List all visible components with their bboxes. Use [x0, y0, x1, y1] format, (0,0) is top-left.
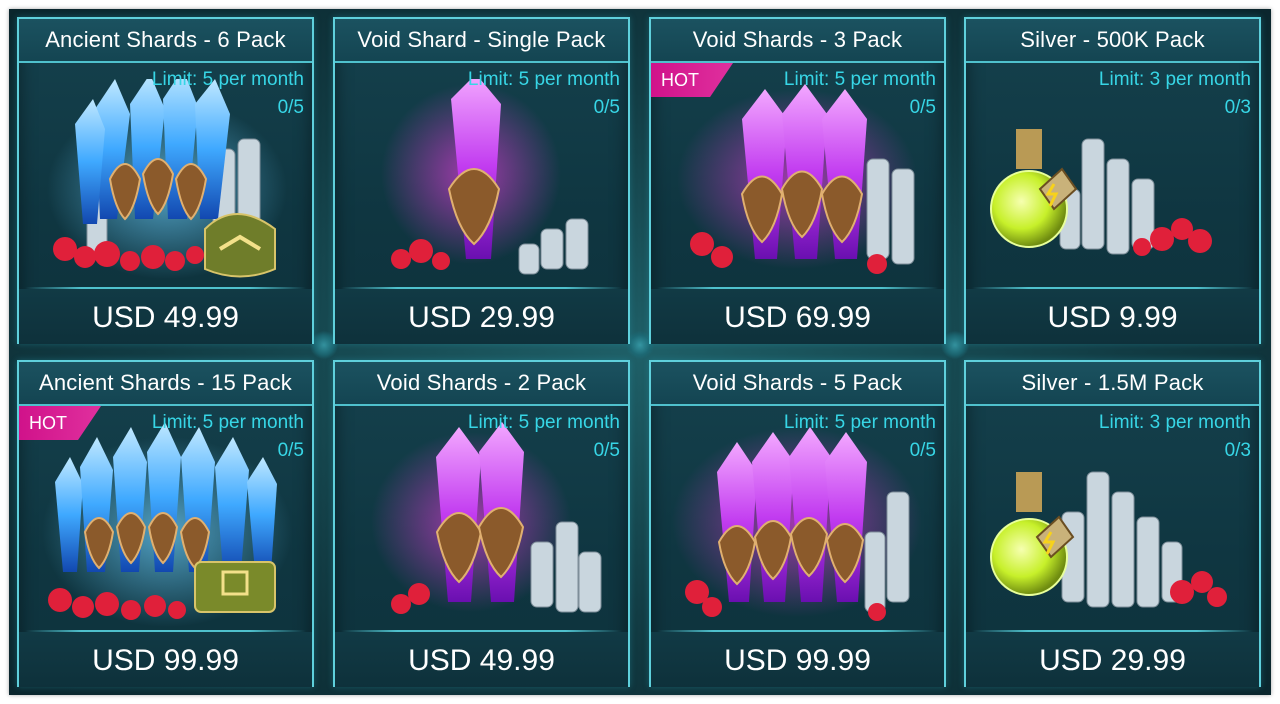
offer-count: 0/5 — [277, 440, 304, 461]
offer-grid: Ancient Shards - 6 Pack Limit: 5 per mon… — [9, 9, 1271, 695]
ancient-shards-icon — [47, 79, 287, 279]
price-button[interactable]: USD 99.99 — [19, 632, 312, 687]
price-button[interactable]: USD 99.99 — [651, 632, 944, 687]
offer-limit: Limit: 3 per month — [1098, 69, 1251, 90]
void-shard-icon — [381, 79, 589, 275]
ancient-shards-icon — [42, 422, 292, 627]
price-button[interactable]: USD 29.99 — [335, 289, 628, 344]
offer-limit: Limit: 5 per month — [151, 69, 304, 90]
offer-card-void-shards-3[interactable]: Void Shards - 3 Pack HOT Limit: 5 per mo… — [649, 17, 946, 344]
offer-title: Void Shards - 3 Pack — [651, 19, 944, 63]
price-button[interactable]: USD 49.99 — [19, 289, 312, 344]
offer-card-ancient-shards-15[interactable]: Ancient Shards - 15 Pack HOT Limit: 5 pe… — [17, 360, 314, 687]
offer-limit: Limit: 3 per month — [1098, 412, 1251, 433]
offer-title: Void Shards - 5 Pack — [651, 362, 944, 406]
offer-title: Void Shards - 2 Pack — [335, 362, 628, 406]
silver-potion-icon — [990, 471, 1227, 608]
silver-potion-icon — [990, 129, 1212, 256]
offer-limit: Limit: 5 per month — [783, 69, 936, 90]
offer-title: Ancient Shards - 6 Pack — [19, 19, 312, 63]
offer-limit: Limit: 5 per month — [151, 412, 304, 433]
offer-limit: Limit: 5 per month — [467, 412, 620, 433]
store-frame: Ancient Shards - 6 Pack Limit: 5 per mon… — [9, 9, 1271, 695]
offer-card-silver-1-5m[interactable]: Silver - 1.5M Pack Limit: 3 per month 0/… — [964, 360, 1261, 687]
offer-count: 0/5 — [593, 97, 620, 118]
price-button[interactable]: USD 29.99 — [966, 632, 1259, 687]
price-button[interactable]: USD 69.99 — [651, 289, 944, 344]
offer-count: 0/5 — [909, 440, 936, 461]
void-shards-icon — [677, 84, 917, 274]
offer-title: Silver - 1.5M Pack — [966, 362, 1259, 406]
offer-count: 0/5 — [277, 97, 304, 118]
void-shards-icon — [371, 422, 602, 614]
offer-card-void-shard-single[interactable]: Void Shard - Single Pack Limit: 5 per mo… — [333, 17, 630, 344]
price-button[interactable]: USD 9.99 — [966, 289, 1259, 344]
offer-title: Ancient Shards - 15 Pack — [19, 362, 312, 406]
offer-limit: Limit: 5 per month — [467, 69, 620, 90]
offer-card-void-shards-5[interactable]: Void Shards - 5 Pack Limit: 5 per month … — [649, 360, 946, 687]
offer-title: Void Shard - Single Pack — [335, 19, 628, 63]
offer-count: 0/5 — [593, 440, 620, 461]
offer-card-void-shards-2[interactable]: Void Shards - 2 Pack Limit: 5 per month … — [333, 360, 630, 687]
price-button[interactable]: USD 49.99 — [335, 632, 628, 687]
offer-count: 0/5 — [909, 97, 936, 118]
offer-limit: Limit: 5 per month — [783, 412, 936, 433]
offer-card-silver-500k[interactable]: Silver - 500K Pack Limit: 3 per month 0/… — [964, 17, 1261, 344]
void-shards-icon — [672, 427, 922, 621]
offer-card-ancient-shards-6[interactable]: Ancient Shards - 6 Pack Limit: 5 per mon… — [17, 17, 314, 344]
offer-count: 0/3 — [1224, 440, 1251, 461]
offer-count: 0/3 — [1224, 97, 1251, 118]
offer-title: Silver - 500K Pack — [966, 19, 1259, 63]
